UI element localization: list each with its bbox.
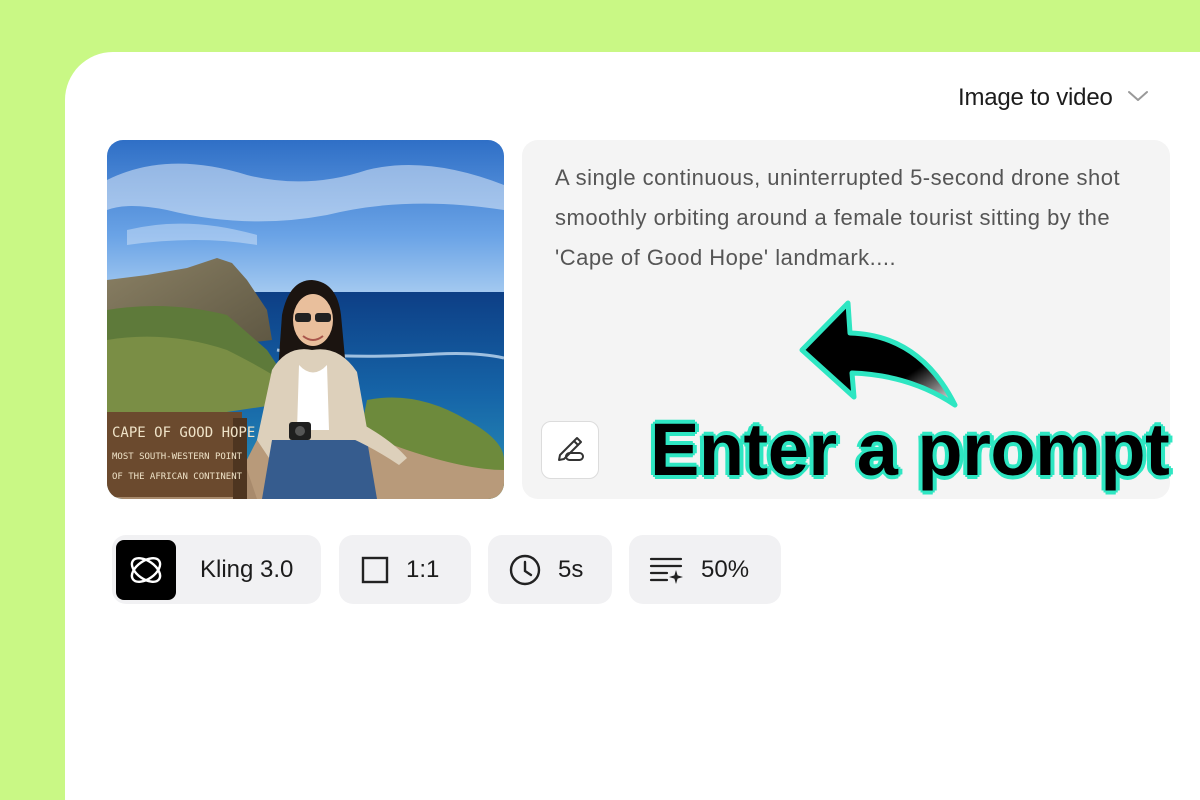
sign-text-3: OF THE AFRICAN CONTINENT	[112, 472, 243, 482]
prompt-text[interactable]: A single continuous, uninterrupted 5-sec…	[555, 158, 1155, 278]
square-ratio-icon	[360, 555, 390, 585]
text-sparkle-icon	[649, 553, 685, 587]
duration-label: 5s	[558, 555, 584, 583]
strength-selector[interactable]: 50%	[629, 535, 781, 604]
sign-text-2: MOST SOUTH-WESTERN POINT	[112, 452, 243, 462]
duration-selector[interactable]: 5s	[488, 535, 612, 604]
model-selector[interactable]: Kling 3.0	[112, 535, 321, 604]
model-label: Kling 3.0	[200, 555, 294, 583]
mode-dropdown[interactable]: Image to video	[958, 80, 1149, 116]
strength-label: 50%	[701, 555, 750, 583]
ratio-label: 1:1	[406, 555, 440, 583]
pen-edit-icon	[554, 433, 586, 468]
enter-prompt-callout: Enter a prompt	[650, 408, 1170, 491]
aspect-ratio-selector[interactable]: 1:1	[339, 535, 471, 604]
chevron-down-icon	[1127, 89, 1149, 108]
sign-text-1: CAPE OF GOOD HOPE	[112, 425, 255, 441]
clock-icon	[508, 553, 542, 587]
mode-label: Image to video	[958, 84, 1113, 111]
kling-logo-icon	[116, 539, 176, 600]
edit-prompt-button[interactable]	[541, 421, 599, 479]
source-image[interactable]: CAPE OF GOOD HOPE MOST SOUTH-WESTERN POI…	[107, 140, 504, 499]
